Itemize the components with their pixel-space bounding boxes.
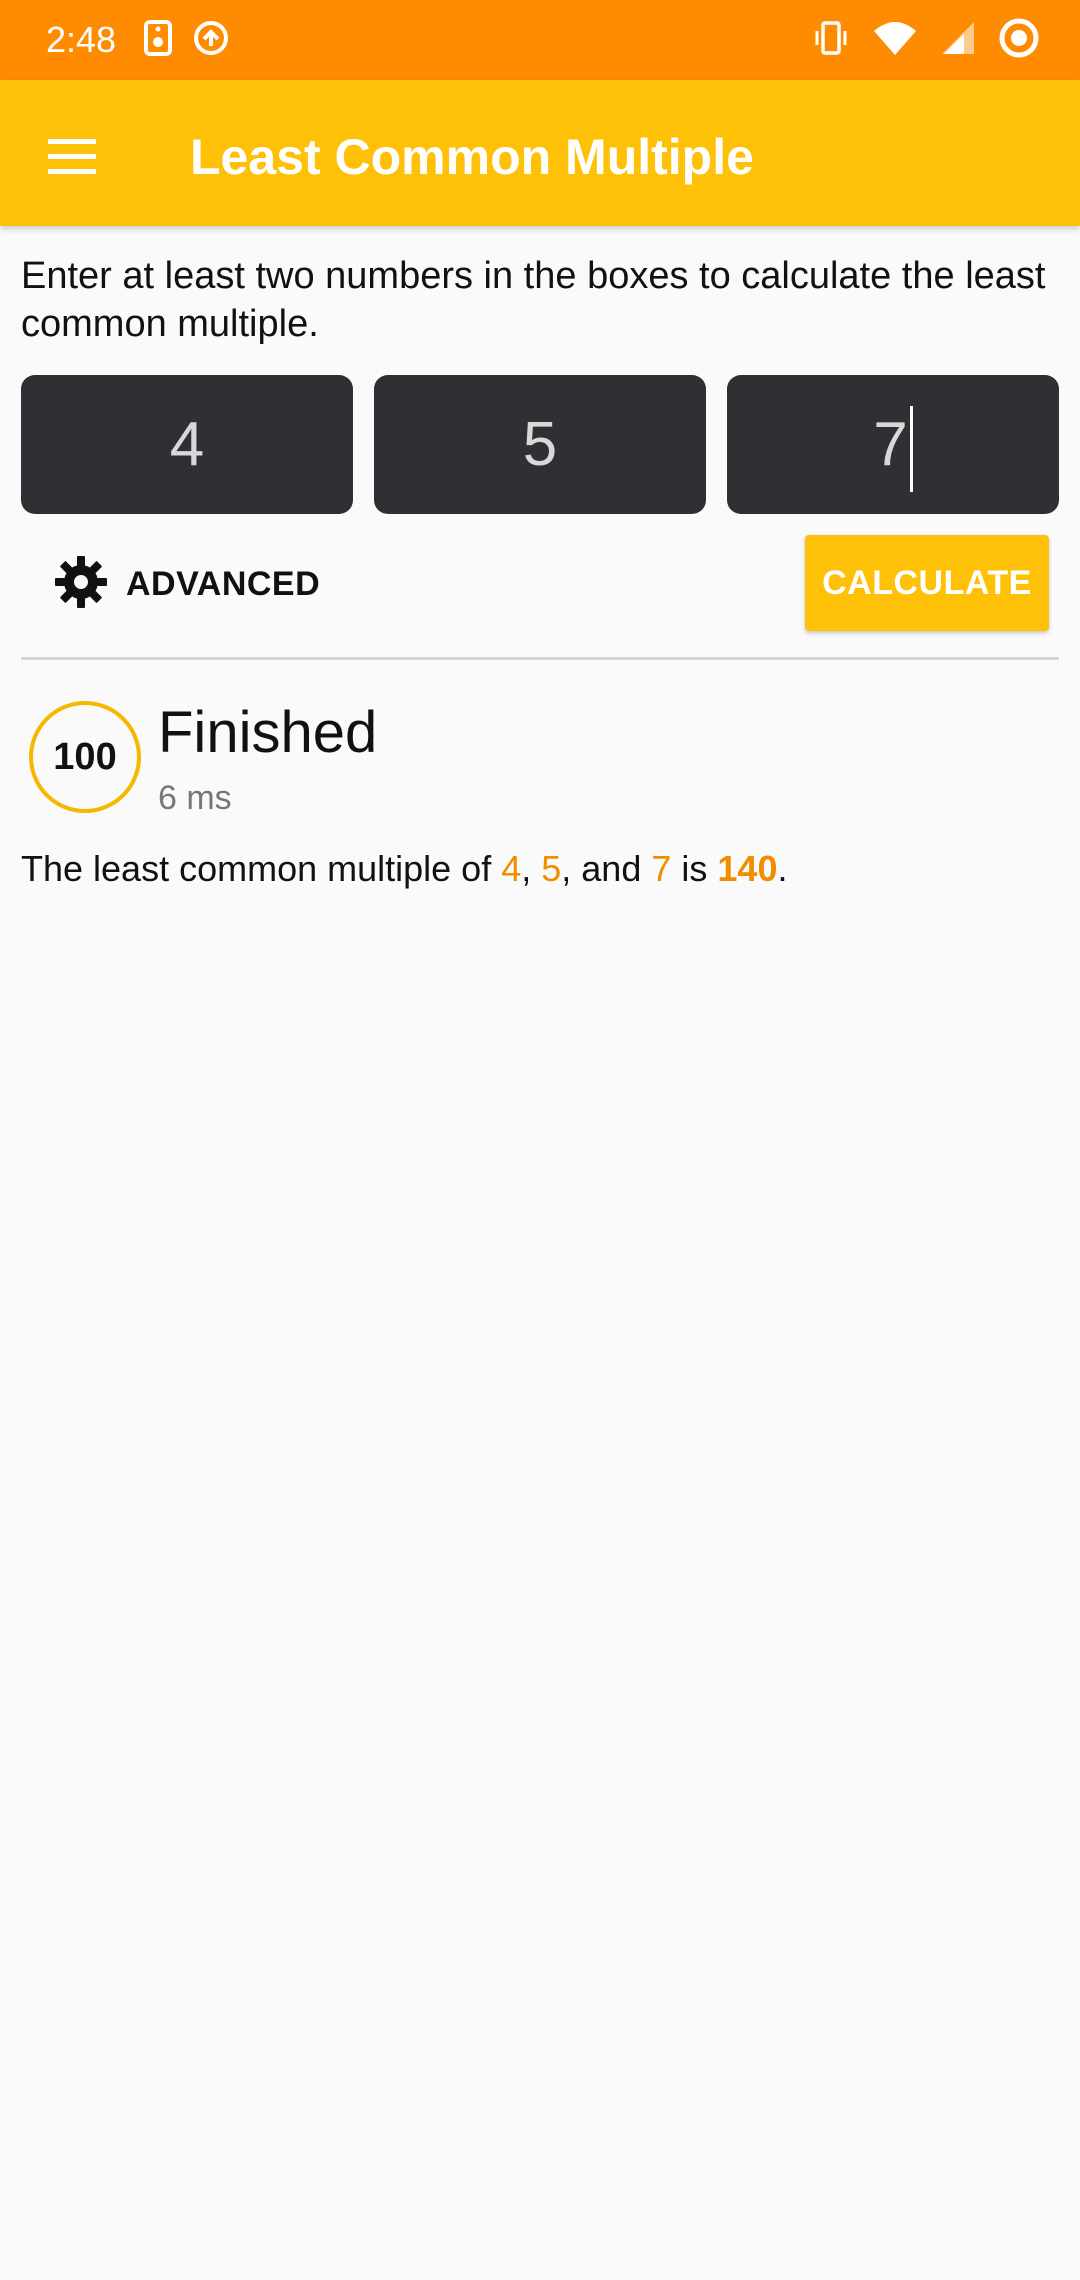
page-title: Least Common Multiple	[190, 129, 754, 185]
sync-icon	[192, 19, 230, 62]
result-middle: is	[671, 848, 718, 889]
number-input-2-value: 5	[522, 410, 558, 479]
number-input-1-value: 4	[169, 410, 205, 479]
progress-indicator: 100	[29, 701, 141, 813]
wifi-icon	[872, 19, 918, 62]
result-time: 6 ms	[158, 779, 232, 817]
calculate-button[interactable]: CALCULATE	[805, 535, 1049, 631]
gear-icon	[54, 555, 108, 614]
result-num-2: 5	[541, 848, 562, 889]
advanced-label: ADVANCED	[126, 564, 321, 603]
result-suffix: .	[777, 848, 788, 889]
ring-icon	[998, 17, 1040, 64]
result-num-1: 4	[501, 848, 522, 889]
result-prefix: The least common multiple of	[21, 848, 502, 889]
status-bar: 2:48	[0, 0, 1080, 80]
status-left-icons	[144, 19, 230, 62]
advanced-button[interactable]: ADVANCED	[38, 540, 336, 628]
speaker-icon	[144, 19, 172, 61]
status-time: 2:48	[46, 19, 117, 60]
progress-value: 100	[53, 735, 117, 778]
result-sep-2: , and	[561, 848, 652, 889]
number-input-1[interactable]: 4	[21, 375, 353, 514]
vibrate-icon	[812, 19, 850, 62]
result-answer: 140	[717, 848, 778, 889]
instructions-text: Enter at least two numbers in the boxes …	[21, 255, 1046, 345]
result-sep-1: ,	[521, 848, 542, 889]
number-input-2[interactable]: 5	[374, 375, 706, 514]
signal-icon	[940, 20, 976, 61]
text-cursor	[909, 405, 913, 492]
hamburger-menu-icon[interactable]	[28, 116, 116, 196]
status-right-icons	[812, 18, 1040, 62]
result-num-3: 7	[651, 848, 672, 889]
number-input-3-value: 7	[873, 410, 908, 479]
result-status: Finished	[158, 700, 378, 765]
divider	[21, 657, 1059, 660]
result-text: The least common multiple of 4, 5, and 7…	[21, 844, 788, 894]
app-bar: Least Common Multiple	[0, 80, 1080, 226]
number-input-3[interactable]: 7	[727, 375, 1059, 514]
